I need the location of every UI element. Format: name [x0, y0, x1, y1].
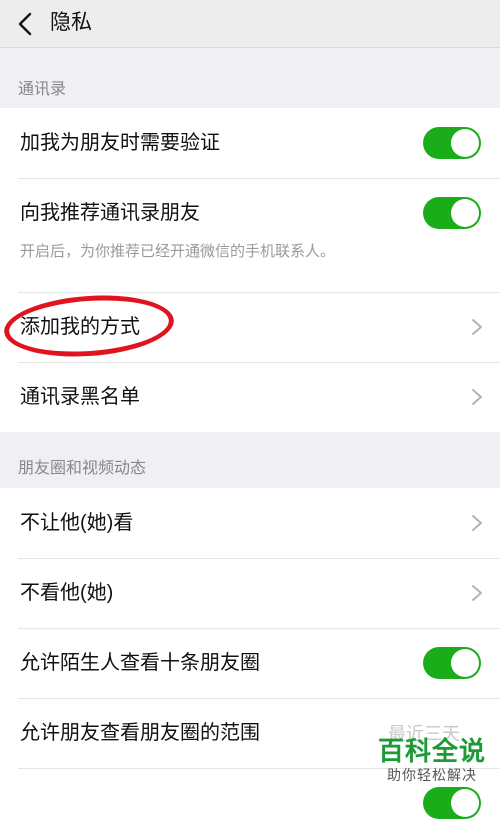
row-label: 向我推荐通讯录朋友 — [20, 200, 200, 226]
partial-toggle[interactable] — [423, 787, 481, 819]
friend-verification-toggle[interactable] — [423, 127, 481, 159]
row-label: 允许朋友查看朋友圈的范围 — [20, 720, 260, 746]
watermark: 百科全说 助你轻松解决 — [378, 736, 486, 784]
section-header-contacts: 通讯录 — [0, 79, 500, 101]
row-label: 不让他(她)看 — [20, 510, 133, 536]
back-arrow-icon[interactable] — [12, 9, 42, 39]
navigation-bar: 隐私 — [0, 0, 500, 48]
section-header-moments: 朋友圈和视频动态 — [0, 458, 500, 480]
row-hide-their-posts[interactable]: 不看他(她) — [0, 558, 500, 628]
watermark-subtitle: 助你轻松解决 — [378, 766, 486, 784]
page-title: 隐私 — [50, 10, 92, 36]
row-description: 开启后，为你推荐已经开通微信的手机联系人。 — [20, 242, 335, 262]
row-hide-from[interactable]: 不让他(她)看 — [0, 488, 500, 558]
row-label: 通讯录黑名单 — [20, 384, 140, 410]
chevron-right-icon — [470, 583, 484, 603]
contacts-group: 加我为朋友时需要验证 向我推荐通讯录朋友 开启后，为你推荐已经开通微信的手机联系… — [0, 108, 500, 432]
chevron-right-icon — [470, 317, 484, 337]
watermark-title: 百科全说 — [378, 736, 486, 766]
row-recommend-contacts[interactable]: 向我推荐通讯录朋友 开启后，为你推荐已经开通微信的手机联系人。 — [0, 178, 500, 292]
row-friend-verification[interactable]: 加我为朋友时需要验证 — [0, 108, 500, 178]
row-contacts-blacklist[interactable]: 通讯录黑名单 — [0, 362, 500, 432]
row-label: 不看他(她) — [20, 580, 113, 606]
row-stranger-view-ten-posts[interactable]: 允许陌生人查看十条朋友圈 — [0, 628, 500, 698]
chevron-right-icon — [470, 513, 484, 533]
recommend-contacts-toggle[interactable] — [423, 197, 481, 229]
row-label: 加我为朋友时需要验证 — [20, 130, 220, 156]
row-label: 允许陌生人查看十条朋友圈 — [20, 650, 260, 676]
stranger-view-toggle[interactable] — [423, 647, 481, 679]
moments-group: 不让他(她)看 不看他(她) 允许陌生人查看十条朋友圈 允许朋友查看朋友圈的范围… — [0, 488, 500, 838]
chevron-right-icon — [470, 387, 484, 407]
